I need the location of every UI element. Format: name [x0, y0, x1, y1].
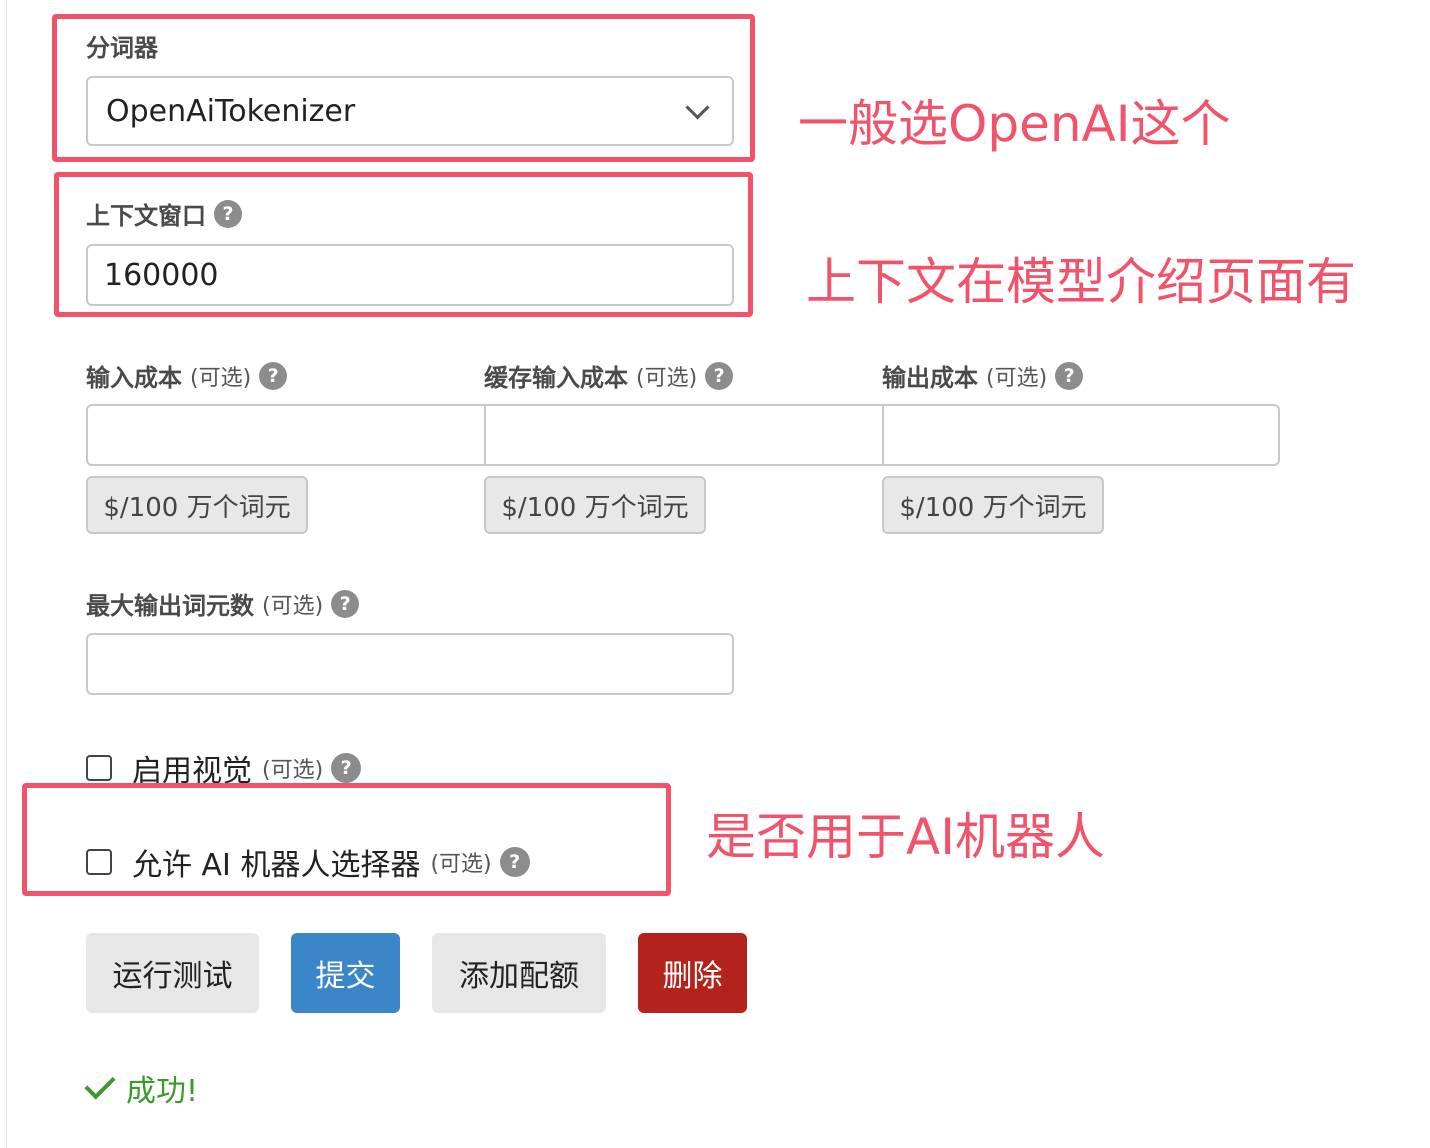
add-quota-button[interactable]: 添加配额: [432, 933, 606, 1013]
max-output-tokens-input[interactable]: [86, 633, 734, 695]
delete-button[interactable]: 删除: [638, 933, 747, 1013]
output-cost-unit: $/100 万个词元: [882, 476, 1104, 534]
success-text: 成功!: [126, 1074, 199, 1109]
optional-tag: (可选): [190, 365, 252, 391]
cached-input-cost-unit: $/100 万个词元: [484, 476, 706, 534]
output-cost-label-text: 输出成本: [882, 364, 978, 392]
input-cost-input[interactable]: [86, 404, 486, 466]
help-icon[interactable]: ?: [259, 361, 288, 390]
context-annotation: 上下文在模型介绍页面有: [806, 253, 1356, 311]
help-icon[interactable]: ?: [1055, 361, 1084, 390]
max-output-tokens-label: 最大输出词元数 (可选) ?: [86, 586, 360, 621]
help-icon[interactable]: ?: [331, 589, 360, 618]
output-cost-input[interactable]: [882, 404, 1280, 466]
unit-text: $/100 万个词元: [899, 492, 1087, 523]
unit-text: $/100 万个词元: [501, 492, 689, 523]
help-icon[interactable]: ?: [331, 753, 362, 783]
cached-input-cost-input[interactable]: [484, 404, 884, 466]
tokenizer-annotation: 一般选OpenAI这个: [798, 95, 1231, 153]
optional-tag: (可选): [262, 593, 324, 619]
max-output-tokens-label-text: 最大输出词元数: [86, 592, 254, 620]
unit-text: $/100 万个词元: [103, 492, 291, 523]
optional-tag: (可选): [636, 365, 698, 391]
context-window-highlight-box: [54, 172, 753, 317]
help-icon[interactable]: ?: [705, 361, 734, 390]
tokenizer-highlight-box: [52, 14, 755, 162]
optional-tag: (可选): [262, 758, 324, 783]
submit-button[interactable]: 提交: [291, 933, 400, 1013]
cached-input-cost-label: 缓存输入成本 (可选) ?: [484, 358, 734, 393]
optional-tag: (可选): [986, 365, 1048, 391]
vision-checkbox[interactable]: [86, 755, 112, 781]
checkmark-icon: [84, 1068, 116, 1100]
cached-input-cost-label-text: 缓存输入成本: [484, 364, 628, 392]
ai-bot-highlight-box: [22, 783, 671, 896]
input-cost-unit: $/100 万个词元: [86, 476, 308, 534]
ai-bot-annotation: 是否用于AI机器人: [706, 808, 1105, 866]
output-cost-label: 输出成本 (可选) ?: [882, 358, 1084, 393]
success-message: 成功!: [84, 1066, 199, 1110]
input-cost-label-text: 输入成本: [86, 364, 182, 392]
left-border: [6, 0, 7, 1148]
input-cost-label: 输入成本 (可选) ?: [86, 358, 288, 393]
run-test-button[interactable]: 运行测试: [86, 933, 259, 1013]
